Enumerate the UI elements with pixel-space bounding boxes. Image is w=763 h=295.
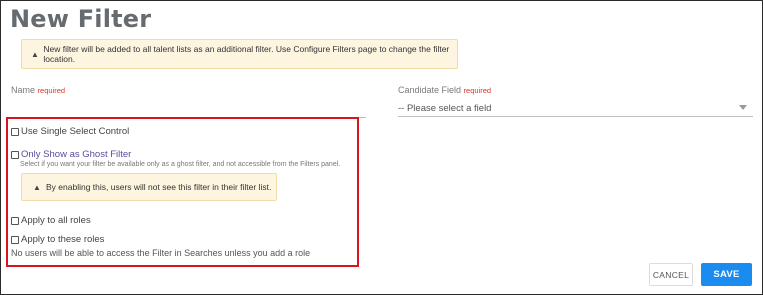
- name-label: Name required: [11, 85, 65, 95]
- name-required-text: required: [37, 86, 66, 95]
- page-title: New Filter: [10, 5, 152, 33]
- ghost-filter-help: Select if you want your filter be availa…: [20, 161, 341, 168]
- ghost-filter-label: Only Show as Ghost Filter: [21, 149, 132, 160]
- ghost-warning-banner: ▲ By enabling this, users will not see t…: [21, 173, 277, 201]
- these-roles-label: Apply to these roles: [21, 234, 105, 245]
- candidate-field-select[interactable]: -- Please select a field: [398, 99, 753, 117]
- name-label-text: Name: [11, 85, 36, 95]
- dialog-frame: New Filter ▲ New filter will be added to…: [0, 0, 763, 295]
- these-roles-checkbox[interactable]: [11, 235, 19, 244]
- all-roles-checkbox[interactable]: [11, 216, 19, 225]
- ghost-filter-option[interactable]: Only Show as Ghost Filter: [11, 149, 131, 160]
- candidate-field-placeholder: -- Please select a field: [398, 103, 492, 114]
- candidate-field-required-text: required: [463, 86, 492, 95]
- candidate-field-label: Candidate Field required: [398, 85, 491, 95]
- ghost-warning-text: By enabling this, users will not see thi…: [46, 182, 272, 192]
- save-button[interactable]: SAVE: [701, 263, 752, 286]
- all-roles-label: Apply to all roles: [21, 215, 91, 226]
- roles-note: No users will be able to access the Filt…: [11, 248, 311, 258]
- these-roles-option[interactable]: Apply to these roles: [11, 234, 104, 245]
- single-select-checkbox[interactable]: [11, 127, 19, 136]
- ghost-filter-checkbox[interactable]: [11, 150, 19, 159]
- all-roles-option[interactable]: Apply to all roles: [11, 215, 91, 226]
- single-select-label: Use Single Select Control: [21, 126, 130, 137]
- notice-banner: ▲ New filter will be added to all talent…: [21, 39, 458, 69]
- chevron-down-icon[interactable]: [739, 105, 747, 110]
- single-select-option[interactable]: Use Single Select Control: [11, 126, 129, 137]
- notice-text: New filter will be added to all talent l…: [43, 44, 450, 64]
- candidate-field-label-text: Candidate Field: [398, 85, 462, 95]
- warning-icon: ▲: [31, 49, 39, 59]
- cancel-button[interactable]: CANCEL: [649, 263, 693, 286]
- warning-icon: ▲: [33, 182, 41, 192]
